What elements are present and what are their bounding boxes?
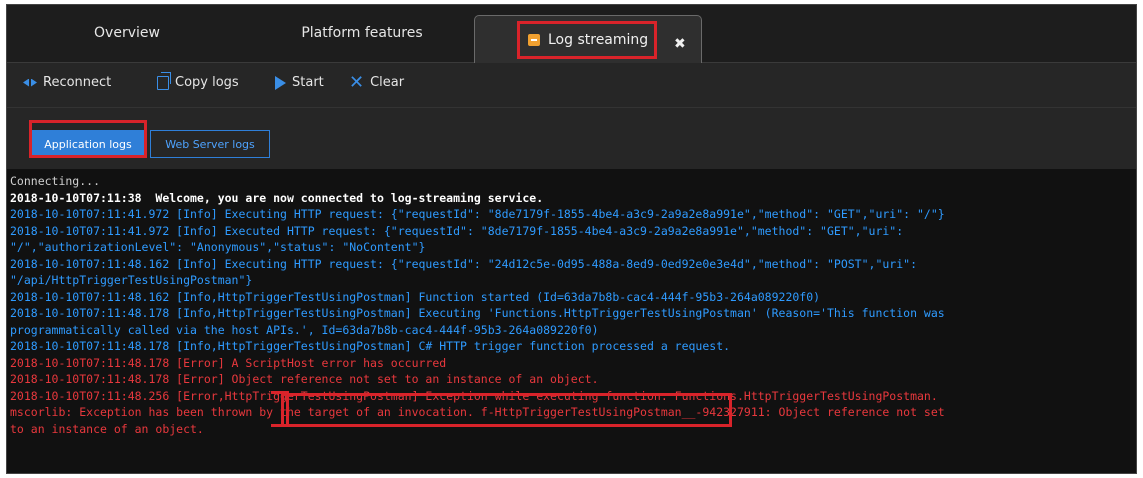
log-line: 2018-10-10T07:11:48.178 [Error] Object r… [10, 372, 599, 386]
log-line: 2018-10-10T07:11:48.162 [Info,HttpTrigge… [10, 289, 821, 304]
log-console[interactable]: Connecting... 2018-10-10T07:11:38 Welcome… [7, 169, 1136, 473]
clear-button[interactable]: ✕ Clear [349, 71, 405, 93]
copy-logs-label: Copy logs [175, 75, 239, 90]
log-line: to an instance of an object. [10, 421, 204, 436]
tab-overview[interactable]: Overview [62, 19, 192, 61]
log-line: 2018-10-10T07:11:41.972 [Info] Executing… [10, 207, 945, 221]
log-line: 2018-10-10T07:11:48.178 [Info,HttpTrigge… [10, 339, 731, 353]
log-line: 2018-10-10T07:11:41.972 [Info] Executed … [10, 223, 904, 238]
toolbar: Reconnect Copy logs Start ✕ Clear [7, 63, 1136, 107]
reconnect-button[interactable]: Reconnect [23, 75, 111, 90]
log-line: 2018-10-10T07:11:48.162 [Info] Executing… [10, 256, 917, 271]
log-line: 2018-10-10T07:11:48.178 [Error] A Script… [10, 355, 447, 370]
play-icon [275, 75, 286, 90]
reconnect-label: Reconnect [43, 75, 112, 90]
tab-log-streaming[interactable]: Log streaming ✖ [474, 15, 702, 63]
tab-bar: Overview Platform features Log streaming… [7, 5, 1136, 63]
log-streaming-panel: Overview Platform features Log streaming… [6, 4, 1137, 474]
copy-icon [157, 71, 171, 90]
application-logs-button[interactable]: Application logs [29, 130, 147, 158]
close-icon[interactable]: ✖ [674, 30, 686, 58]
copy-logs-button[interactable]: Copy logs [157, 71, 239, 90]
start-button[interactable]: Start [275, 75, 324, 90]
tab-log-streaming-label: Log streaming [548, 32, 649, 48]
log-line: mscorlib: Exception has been thrown by t… [10, 405, 945, 419]
reconnect-icon [23, 79, 37, 87]
log-type-toggle: Application logs Web Server logs [7, 107, 1136, 167]
log-line: "/api/HttpTriggerTestUsingPostman"} [10, 273, 253, 287]
tab-platform-features[interactable]: Platform features [272, 19, 452, 61]
start-label: Start [292, 75, 324, 90]
log-line: programmatically called via the host API… [10, 322, 599, 337]
web-server-logs-button[interactable]: Web Server logs [150, 130, 270, 158]
log-streaming-icon [528, 34, 540, 46]
log-line: Connecting... [10, 174, 101, 188]
log-line: 2018-10-10T07:11:48.256 [Error,HttpTrigg… [10, 388, 938, 403]
log-line: "/","authorizationLevel": "Anonymous","s… [10, 240, 426, 254]
clear-icon: ✕ [349, 71, 365, 93]
clear-label: Clear [370, 75, 405, 90]
log-line: 2018-10-10T07:11:48.178 [Info,HttpTrigge… [10, 306, 945, 320]
log-line: 2018-10-10T07:11:38 Welcome, you are now… [10, 190, 544, 205]
tab-log-streaming-highlight: Log streaming [517, 21, 657, 59]
